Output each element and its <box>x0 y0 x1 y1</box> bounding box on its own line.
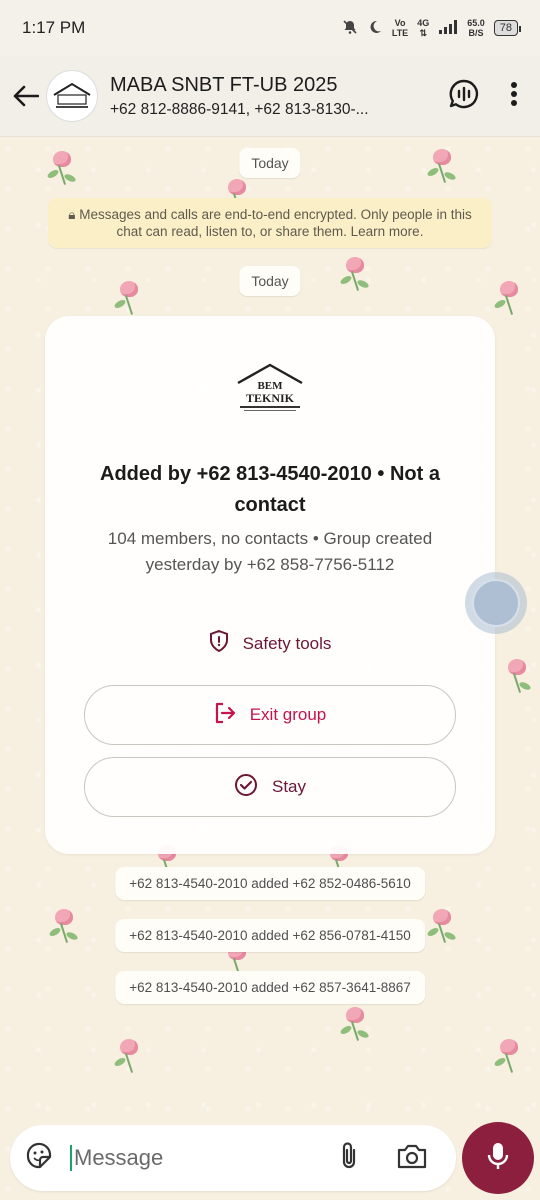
status-time: 1:17 PM <box>22 18 86 37</box>
flower-decoration <box>492 1037 526 1077</box>
flower-decoration <box>492 279 526 319</box>
camera-icon[interactable] <box>396 1142 428 1175</box>
flower-decoration <box>47 907 81 947</box>
header-actions <box>448 78 528 115</box>
status-bar: 1:17 PM Vo LTE 4G ⇅ 65.0 B/S 78 <box>0 0 540 56</box>
data-arrows-icon: ⇅ <box>419 28 427 38</box>
microphone-icon <box>486 1141 510 1176</box>
dnd-moon-icon <box>367 19 383 38</box>
group-title: MABA SNBT FT-UB 2025 <box>110 73 338 96</box>
encryption-notice[interactable]: 🔒︎ Messages and calls are end-to-end enc… <box>48 198 492 248</box>
message-input[interactable] <box>70 1145 290 1171</box>
safety-tools-link[interactable]: Safety tools <box>45 629 495 657</box>
group-avatar[interactable] <box>46 70 98 122</box>
group-logo: BEM TEKNIK <box>230 356 310 426</box>
system-message: +62 813-4540-2010 added +62 856-0781-415… <box>115 919 425 952</box>
stay-label: Stay <box>271 777 307 796</box>
unknown-group-card: BEM TEKNIK Added by +62 813-4540-2010 • … <box>45 316 495 854</box>
flower-decoration <box>112 1037 146 1077</box>
speed-unit: B/S <box>468 28 484 38</box>
battery-level: 78 <box>499 22 512 34</box>
volte-indicator: Vo LTE <box>392 18 408 38</box>
speed-indicator: 65.0 B/S <box>467 18 485 38</box>
exit-icon <box>214 702 236 729</box>
system-message: +62 813-4540-2010 added +62 852-0486-561… <box>115 867 425 900</box>
microphone-button[interactable] <box>462 1122 534 1194</box>
more-options-icon[interactable] <box>510 81 518 112</box>
date-chip: Today <box>239 266 301 296</box>
exit-group-label: Exit group <box>249 705 327 724</box>
message-composer <box>10 1125 456 1191</box>
lock-icon: 🔒︎ <box>68 207 76 222</box>
flower-decoration <box>112 279 146 319</box>
mute-notification-icon <box>342 19 358 38</box>
status-icons: Vo LTE 4G ⇅ 65.0 B/S 78 <box>342 18 522 38</box>
stay-button[interactable]: Stay <box>84 757 456 817</box>
speed-value: 65.0 <box>467 18 485 28</box>
flower-decoration <box>338 255 372 295</box>
composer-actions <box>338 1141 442 1176</box>
volte-label-2: LTE <box>391 28 409 38</box>
safety-tools-label: Safety tools <box>242 633 332 653</box>
date-chip: Today <box>239 148 301 178</box>
flower-decoration <box>425 147 459 187</box>
flower-decoration <box>45 149 79 189</box>
signal-icon <box>438 19 458 37</box>
sticker-icon[interactable] <box>24 1141 54 1176</box>
voice-chat-icon[interactable] <box>448 78 480 115</box>
header-text[interactable]: MABA SNBT FT-UB 2025 +62 812-8886-9141, … <box>110 74 420 119</box>
logo-text-2: TEKNIK <box>246 391 295 405</box>
shield-icon <box>209 629 229 657</box>
volte-label: Vo <box>394 18 406 28</box>
battery-icon: 78 <box>493 20 522 36</box>
flower-decoration <box>500 657 534 697</box>
encryption-text: Messages and calls are end-to-end encryp… <box>79 207 472 239</box>
back-arrow-icon[interactable] <box>12 82 40 110</box>
flower-decoration <box>338 1005 372 1045</box>
group-members-list: +62 812-8886-9141, +62 813-8130-... <box>110 100 369 118</box>
added-by-title: Added by +62 813-4540-2010 • Not a conta… <box>100 463 440 516</box>
network-indicator: 4G ⇅ <box>417 18 429 38</box>
check-circle-icon <box>234 773 258 802</box>
floating-assistive-button[interactable] <box>465 572 527 634</box>
system-message: +62 813-4540-2010 added +62 857-3641-886… <box>115 971 425 1004</box>
chat-header: MABA SNBT FT-UB 2025 +62 812-8886-9141, … <box>0 56 540 137</box>
network-type: 4G <box>417 18 430 28</box>
group-info-subtitle: 104 members, no contacts • Group created… <box>107 529 433 574</box>
exit-group-button[interactable]: Exit group <box>84 685 456 745</box>
flower-decoration <box>425 907 459 947</box>
attach-paperclip-icon[interactable] <box>338 1141 360 1176</box>
